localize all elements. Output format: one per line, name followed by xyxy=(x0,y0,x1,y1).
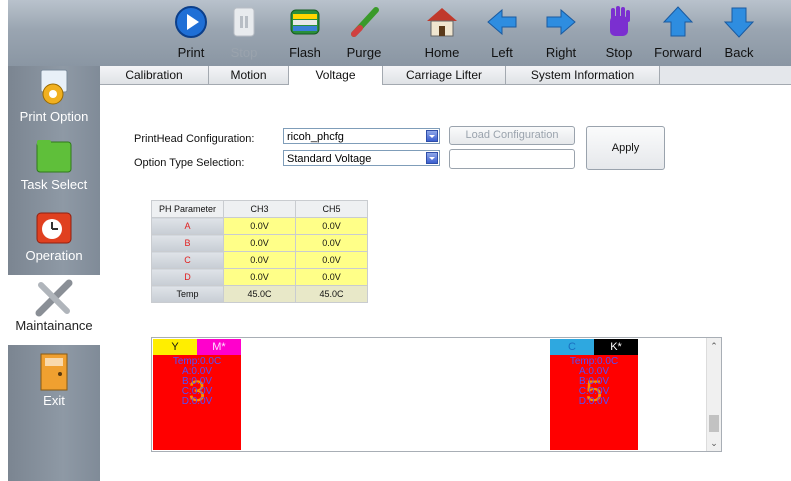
chevron-down-icon xyxy=(426,152,438,164)
settings-gear-icon xyxy=(33,68,75,108)
printhead-config-select[interactable]: ricoh_phcfg xyxy=(283,128,440,144)
ph-parameter-table: PH Parameter CH3 CH5 A 0.0V 0.0V B 0.0V … xyxy=(151,200,368,303)
option-type-select[interactable]: Standard Voltage xyxy=(283,150,440,166)
arrow-up-icon xyxy=(660,4,696,40)
purge-icon xyxy=(346,4,382,40)
tools-icon xyxy=(33,277,75,317)
row-header: A xyxy=(151,217,224,235)
stop-button[interactable]: Stop xyxy=(590,2,648,64)
sidebar-item-print-option[interactable]: Print Option xyxy=(8,66,100,136)
pause-icon xyxy=(226,4,262,40)
load-configuration-button[interactable]: Load Configuration xyxy=(449,126,575,145)
scrollbar-thumb[interactable] xyxy=(709,415,719,432)
color-chip-y: Y xyxy=(153,339,197,355)
forward-button[interactable]: Forward xyxy=(649,2,707,64)
table-row: B 0.0V 0.0V xyxy=(151,234,368,252)
arrow-down-icon xyxy=(721,4,757,40)
tab-system-information[interactable]: System Information xyxy=(506,66,660,84)
sidebar: Print Option Task Select Operation Maint… xyxy=(8,66,100,481)
tab-voltage[interactable]: Voltage xyxy=(289,66,383,85)
table-row: C 0.0V 0.0V xyxy=(151,251,368,269)
sidebar-item-exit[interactable]: Exit xyxy=(8,350,100,420)
sidebar-item-maintainance[interactable]: Maintainance xyxy=(8,275,100,345)
home-icon xyxy=(424,4,460,40)
tab-motion[interactable]: Motion xyxy=(209,66,289,84)
voltage-cell[interactable]: 0.0V xyxy=(295,234,368,252)
exit-door-icon xyxy=(33,352,75,392)
table-header-row: PH Parameter CH3 CH5 xyxy=(151,200,368,218)
voltage-cell[interactable]: 0.0V xyxy=(223,268,296,286)
voltage-cell[interactable]: 0.0V xyxy=(223,217,296,235)
printhead-status-panel: Y M* 3 Temp:0.0C A:0.0V B:0.0V C:0.0V D:… xyxy=(151,337,722,452)
printhead-3: Y M* 3 Temp:0.0C A:0.0V B:0.0V C:0.0V D:… xyxy=(153,339,241,450)
voltage-panel: PrintHead Configuration: ricoh_phcfg Opt… xyxy=(100,85,791,481)
apply-button[interactable]: Apply xyxy=(586,126,665,170)
arrow-left-icon xyxy=(484,4,520,40)
vertical-scrollbar[interactable]: ⌃ ⌄ xyxy=(706,338,721,451)
voltage-cell[interactable]: 0.0V xyxy=(223,234,296,252)
stop-button-disabled[interactable]: Stop xyxy=(215,2,273,64)
left-button[interactable]: Left xyxy=(473,2,531,64)
table-row: A 0.0V 0.0V xyxy=(151,217,368,235)
app-window: Print Stop Flash Purge Home Left Right S… xyxy=(0,0,791,481)
arrow-right-icon xyxy=(543,4,579,40)
voltage-cell[interactable]: 0.0V xyxy=(223,251,296,269)
head-readings: Temp:0.0C A:0.0V B:0.0V C:0.0V D:0.0V xyxy=(569,356,619,407)
row-header: C xyxy=(151,251,224,269)
scroll-up-icon[interactable]: ⌃ xyxy=(707,340,721,352)
flash-icon xyxy=(287,4,323,40)
sidebar-item-operation[interactable]: Operation xyxy=(8,205,100,275)
clock-icon xyxy=(33,207,75,247)
temperature-cell: 45.0C xyxy=(223,285,296,303)
row-header: Temp xyxy=(151,285,224,303)
flash-button[interactable]: Flash xyxy=(276,2,334,64)
sidebar-item-task-select[interactable]: Task Select xyxy=(8,134,100,204)
printhead-5: C K* 5 Temp:0.0C A:0.0V B:0.0V C:0.0V D:… xyxy=(550,339,638,450)
print-button[interactable]: Print xyxy=(162,2,220,64)
color-chip-m: M* xyxy=(197,339,241,355)
tab-calibration[interactable]: Calibration xyxy=(100,66,209,84)
row-header: B xyxy=(151,234,224,252)
back-button[interactable]: Back xyxy=(710,2,768,64)
voltage-cell[interactable]: 0.0V xyxy=(295,217,368,235)
hand-stop-icon xyxy=(601,4,637,40)
purge-button[interactable]: Purge xyxy=(335,2,393,64)
chevron-down-icon xyxy=(426,130,438,142)
column-header: PH Parameter xyxy=(151,200,224,218)
tab-bar: Calibration Motion Voltage Carriage Lift… xyxy=(100,66,791,85)
color-chip-k: K* xyxy=(594,339,638,355)
head-readings: Temp:0.0C A:0.0V B:0.0V C:0.0V D:0.0V xyxy=(172,356,222,407)
right-button[interactable]: Right xyxy=(532,2,590,64)
tab-carriage-lifter[interactable]: Carriage Lifter xyxy=(383,66,506,84)
row-header: D xyxy=(151,268,224,286)
column-header: CH5 xyxy=(295,200,368,218)
voltage-cell[interactable]: 0.0V xyxy=(295,268,368,286)
option-type-label: Option Type Selection: xyxy=(134,157,245,169)
voltage-cell[interactable]: 0.0V xyxy=(295,251,368,269)
print-icon xyxy=(173,4,209,40)
configuration-text-field[interactable] xyxy=(449,149,575,169)
table-row: D 0.0V 0.0V xyxy=(151,268,368,286)
table-row: Temp 45.0C 45.0C xyxy=(151,285,368,303)
top-toolbar: Print Stop Flash Purge Home Left Right S… xyxy=(8,0,791,67)
home-button[interactable]: Home xyxy=(413,2,471,64)
temperature-cell: 45.0C xyxy=(295,285,368,303)
column-header: CH3 xyxy=(223,200,296,218)
printhead-config-label: PrintHead Configuration: xyxy=(134,133,255,145)
color-chip-c: C xyxy=(550,339,594,355)
scroll-down-icon[interactable]: ⌄ xyxy=(707,437,721,449)
folder-icon xyxy=(33,136,75,176)
